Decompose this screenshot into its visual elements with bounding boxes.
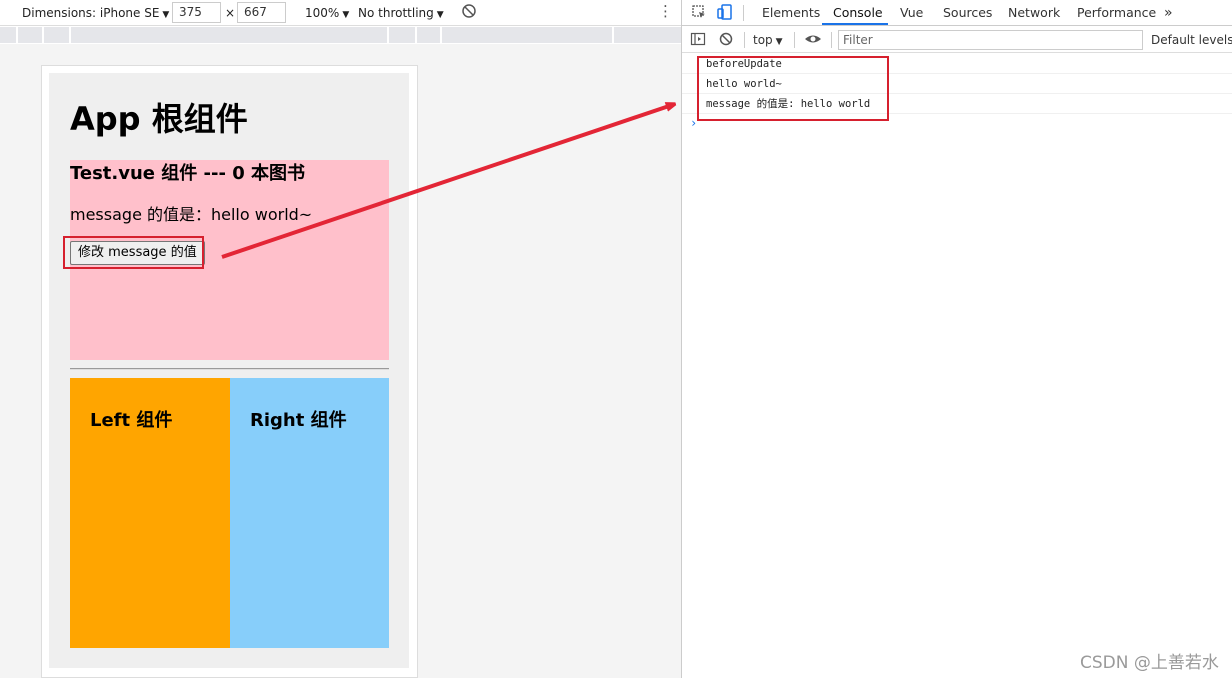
device-toolbar-icon[interactable] [716,4,734,22]
tab-network[interactable]: Network [1008,0,1060,26]
console-prompt[interactable]: › [690,116,697,130]
emulation-toolbar: Dimensions: iPhone SE ▼ 375 × 667 100% ▼ N… [0,0,681,26]
media-query-ruler [0,27,681,43]
devtools-tab-bar: Elements Console Vue Sources Network Per… [682,0,1232,26]
rotate-icon[interactable] [461,3,477,19]
more-options-icon[interactable]: ⋮ [658,3,673,19]
right-component-title: Right 组件 [250,410,347,431]
left-component-title: Left 组件 [90,410,173,431]
message-text: message 的值是：hello world~ [70,205,313,224]
eye-icon[interactable] [804,31,822,47]
test-component-title: Test.vue 组件 --- 0 本图书 [70,163,306,184]
times-sign: × [225,6,236,20]
tab-vue[interactable]: Vue [900,0,923,26]
tab-elements[interactable]: Elements [762,0,820,26]
device-emulation-pane: Dimensions: iPhone SE ▼ 375 × 667 100% ▼ N… [0,0,681,678]
active-tab-indicator [822,23,888,25]
more-tabs-icon[interactable]: » [1164,0,1173,26]
log-levels-select[interactable]: Default levels [1151,32,1232,48]
button-highlight-box [63,236,204,269]
divider [70,368,389,370]
app-title: App 根组件 [70,100,248,138]
tab-performance[interactable]: Performance [1077,0,1156,26]
log-highlight-box [697,56,889,121]
height-input[interactable]: 667 [237,2,286,23]
tab-sources[interactable]: Sources [943,0,992,26]
screen: Dimensions: iPhone SE ▼ 375 × 667 100% ▼ N… [0,0,1232,678]
clear-console-icon[interactable] [718,31,734,47]
caret-down-icon: ▼ [162,10,170,20]
device-select[interactable]: Dimensions: iPhone SE ▼ [22,5,169,21]
caret-down-icon: ▼ [342,10,350,20]
console-toolbar: top ▼ Filter Default levels [682,27,1232,53]
inspect-element-icon[interactable] [690,4,708,22]
filter-input[interactable]: Filter [838,30,1143,50]
zoom-select[interactable]: 100% ▼ [305,5,349,21]
caret-down-icon: ▼ [775,37,783,47]
caret-down-icon: ▼ [436,10,444,20]
width-input[interactable]: 375 [172,2,221,23]
watermark: CSDN @上善若水 [1080,653,1219,673]
sidebar-toggle-icon[interactable] [690,31,706,47]
left-component: Left 组件 [70,378,230,648]
right-component: Right 组件 [230,378,389,648]
throttling-select[interactable]: No throttling ▼ [358,5,444,21]
context-select[interactable]: top ▼ [753,32,783,48]
